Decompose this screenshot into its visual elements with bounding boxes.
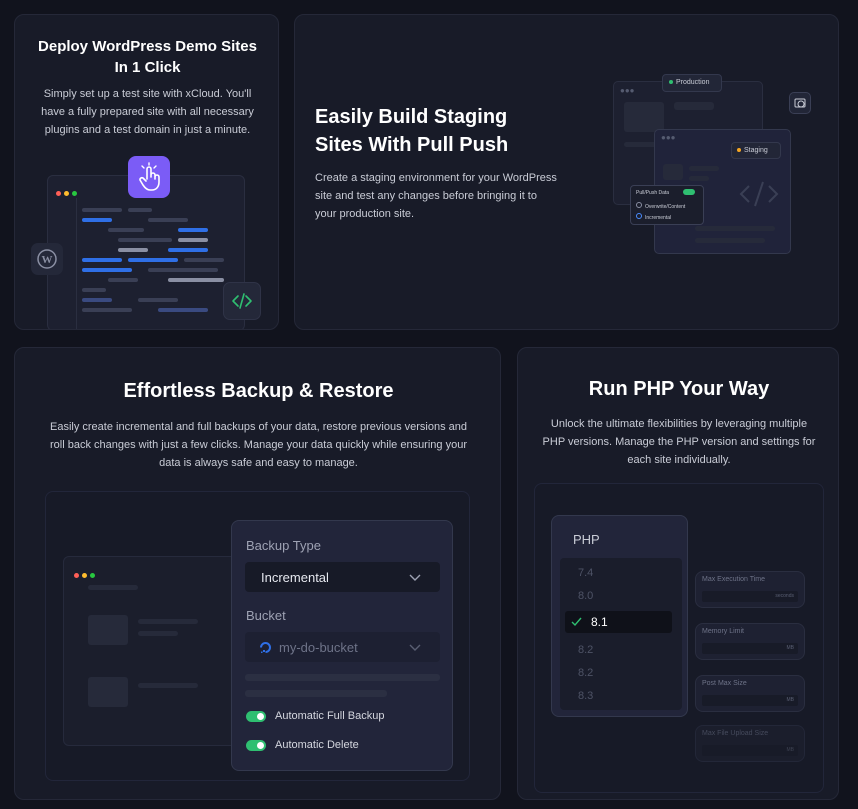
staging-desc-line1: Create a staging environment for your Wo…	[315, 172, 557, 184]
backup-desc-line1: Easily create incremental and full backu…	[50, 421, 467, 433]
checkmark-icon	[571, 617, 582, 627]
setting-input[interactable]: seconds	[702, 591, 798, 602]
pull-push-label: Pull/Push Data	[636, 190, 670, 196]
staging-desc-line3: your production site.	[315, 208, 415, 220]
php-desc-line3: each site individually.	[627, 454, 731, 466]
backup-desc-line2: roll back changes with just a few clicks…	[50, 439, 467, 451]
backup-type-label: Backup Type	[246, 538, 321, 553]
pull-push-popup: Pull/Push Data Overwrite/Content Increme…	[630, 185, 704, 225]
wordpress-icon: W	[31, 243, 63, 275]
setting-label: Max File Upload Size	[702, 730, 769, 737]
setting-max-execution-time: Max Execution Time seconds	[695, 571, 805, 608]
auto-full-backup-toggle[interactable]	[246, 711, 266, 722]
deploy-description: Simply set up a test site with xCloud. Y…	[15, 85, 278, 139]
option-overwrite[interactable]: Overwrite/Content	[636, 202, 685, 210]
staging-desc-line2: site and test any changes before bringin…	[315, 190, 537, 202]
window-dots: ●●●	[620, 86, 635, 95]
setting-unit: MB	[786, 645, 795, 651]
deploy-desc-line1: Simply set up a test site with xCloud. Y…	[43, 88, 252, 100]
staging-badge: Staging	[731, 142, 781, 159]
window-dots	[74, 565, 98, 583]
php-version-panel: PHP 7.4 8.0 8.1 8.2 8.2 8.3	[551, 515, 688, 717]
setting-max-file-upload-size: Max File Upload Size MB	[695, 725, 805, 762]
php-description: Unlock the ultimate flexibilities by lev…	[518, 415, 838, 469]
php-version-8-1-selected[interactable]: 8.1	[565, 611, 672, 633]
setting-unit: MB	[786, 697, 795, 703]
option-incremental[interactable]: Incremental	[636, 213, 671, 221]
bucket-label: Bucket	[246, 608, 286, 623]
digitalocean-icon	[260, 642, 271, 653]
backup-settings-panel: Backup Type Incremental Bucket my-do-buc…	[231, 520, 453, 771]
setting-input[interactable]: MB	[702, 643, 798, 654]
backup-type-select[interactable]: Incremental	[245, 562, 440, 592]
backup-description: Easily create incremental and full backu…	[15, 418, 500, 472]
chevron-down-icon	[409, 574, 421, 581]
code-icon	[223, 282, 261, 320]
php-version-list: 7.4 8.0 8.1 8.2 8.2 8.3	[560, 558, 682, 710]
backup-type-value: Incremental	[261, 570, 329, 585]
php-card: Run PHP Your Way Unlock the ultimate fle…	[517, 347, 839, 800]
php-desc-line1: Unlock the ultimate flexibilities by lev…	[550, 418, 808, 430]
selected-version-label: 8.1	[591, 615, 608, 629]
pull-push-toggle[interactable]	[683, 189, 695, 195]
staging-title: Easily Build Staging Sites With Pull Pus…	[315, 103, 575, 159]
staging-title-line2: Sites With Pull Push	[315, 134, 509, 156]
chevron-down-icon	[409, 644, 421, 651]
backup-title: Effortless Backup & Restore	[123, 380, 394, 402]
php-version-8-3[interactable]: 8.3	[578, 690, 593, 702]
deploy-title-line1: Deploy WordPress Demo Sites	[38, 38, 257, 55]
setting-label: Post Max Size	[702, 680, 747, 687]
php-panel-title: PHP	[573, 532, 600, 547]
code-brackets-icon	[739, 178, 779, 215]
code-editor-window	[47, 175, 245, 329]
bucket-select[interactable]: my-do-bucket	[245, 632, 440, 662]
php-version-8-2[interactable]: 8.2	[578, 644, 593, 656]
backup-desc-line3: data is always safe and easy to manage.	[159, 457, 358, 469]
staging-description: Create a staging environment for your Wo…	[315, 169, 585, 223]
setting-unit: MB	[786, 747, 795, 753]
deploy-card: Deploy WordPress Demo Sites In 1 Click S…	[14, 14, 279, 330]
setting-label: Memory Limit	[702, 628, 745, 635]
backup-card: Effortless Backup & Restore Easily creat…	[14, 347, 501, 800]
placeholder-bar	[245, 674, 440, 681]
deploy-title-line2: In 1 Click	[114, 59, 181, 76]
php-version-7-4[interactable]: 7.4	[578, 567, 593, 579]
auto-delete-label: Automatic Delete	[275, 739, 359, 751]
auto-delete-toggle[interactable]	[246, 740, 266, 751]
setting-post-max-size: Post Max Size MB	[695, 675, 805, 712]
php-title: Run PHP Your Way	[588, 378, 770, 400]
php-desc-line2: PHP versions. Manage the PHP version and…	[542, 436, 816, 448]
setting-input[interactable]: MB	[702, 695, 798, 706]
background-window	[63, 556, 243, 746]
production-badge: Production	[662, 74, 722, 92]
php-version-8-0[interactable]: 8.0	[578, 590, 593, 602]
staging-label: Staging	[744, 147, 768, 154]
option-incremental-label: Incremental	[645, 215, 672, 221]
svg-text:W: W	[42, 254, 53, 266]
staging-title-line1: Easily Build Staging	[315, 106, 508, 128]
php-version-8-2-b[interactable]: 8.2	[578, 667, 593, 679]
staging-card: Easily Build Staging Sites With Pull Pus…	[294, 14, 839, 330]
setting-unit: seconds	[775, 593, 794, 599]
bucket-value: my-do-bucket	[279, 640, 358, 655]
production-label: Production	[676, 79, 710, 86]
deploy-title: Deploy WordPress Demo Sites In 1 Click	[15, 36, 278, 78]
deploy-desc-line2: have a fully prepared site with all nece…	[41, 106, 254, 118]
option-overwrite-label: Overwrite/Content	[645, 204, 686, 210]
deploy-desc-line3: plugins and a test domain in just a minu…	[44, 124, 251, 136]
setting-input[interactable]: MB	[702, 745, 798, 756]
placeholder-bar	[245, 690, 387, 697]
window-dots: ●●●	[661, 133, 676, 142]
setting-memory-limit: Memory Limit MB	[695, 623, 805, 660]
setting-label: Max Execution Time	[702, 576, 766, 583]
auto-full-backup-label: Automatic Full Backup	[275, 710, 385, 722]
click-pointer-icon	[128, 156, 170, 198]
sync-icon	[789, 92, 811, 114]
